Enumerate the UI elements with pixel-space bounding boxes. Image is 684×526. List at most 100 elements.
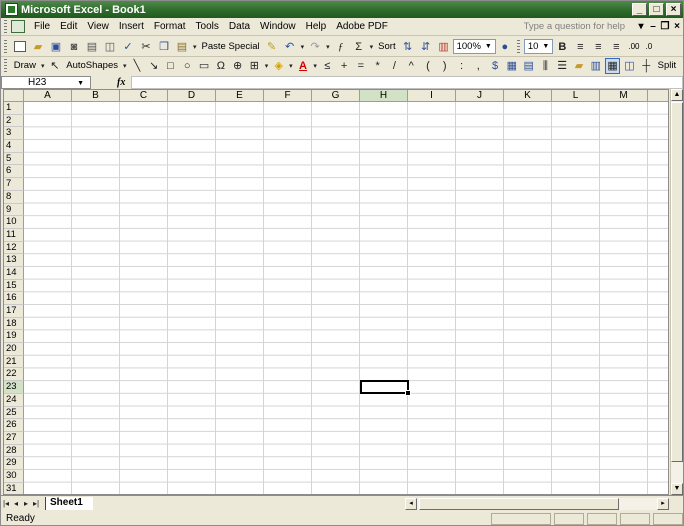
- row-header-24[interactable]: 24: [4, 393, 24, 407]
- drawing-toolbar-grip[interactable]: [4, 59, 7, 72]
- row-header-1[interactable]: 1: [4, 102, 24, 115]
- row-header-3[interactable]: 3: [4, 127, 24, 141]
- plus-icon[interactable]: +: [337, 58, 352, 74]
- vertical-scroll-thumb[interactable]: [671, 102, 683, 462]
- fill-color-icon[interactable]: ◈: [271, 58, 286, 74]
- sort-descending-icon[interactable]: ⇵: [418, 39, 434, 55]
- permission-icon[interactable]: ◙: [66, 39, 82, 55]
- column-header-k[interactable]: K: [504, 90, 552, 102]
- name-box-dropdown-icon[interactable]: ▼: [77, 78, 84, 89]
- colon-icon[interactable]: :: [454, 58, 469, 74]
- row-header-22[interactable]: 22: [4, 368, 24, 382]
- help-icon[interactable]: ●: [497, 39, 513, 55]
- column-header-j[interactable]: J: [456, 90, 504, 102]
- formula-input[interactable]: [131, 75, 683, 89]
- menu-file[interactable]: File: [29, 19, 55, 35]
- zoom-select[interactable]: 100% ▼: [452, 39, 496, 54]
- split-button[interactable]: Split: [655, 58, 679, 74]
- close-button[interactable]: ×: [666, 3, 681, 16]
- row-header-28[interactable]: 28: [4, 444, 24, 458]
- paste-icon[interactable]: ▤: [174, 39, 190, 55]
- row-header-21[interactable]: 21: [4, 355, 24, 369]
- sort-button[interactable]: Sort: [375, 39, 398, 55]
- scroll-down-button[interactable]: ▼: [671, 483, 683, 495]
- menu-edit[interactable]: Edit: [55, 19, 82, 35]
- increase-decimal-button[interactable]: .00: [625, 39, 642, 55]
- power-icon[interactable]: ^: [404, 58, 419, 74]
- open-icon[interactable]: ▰: [30, 39, 46, 55]
- scroll-right-button[interactable]: ▸: [657, 498, 669, 510]
- menu-view[interactable]: View: [82, 19, 114, 35]
- insert-row-icon[interactable]: ☰: [555, 58, 570, 74]
- bold-button[interactable]: B: [554, 39, 570, 55]
- menu-adobe-pdf[interactable]: Adobe PDF: [331, 19, 393, 35]
- column-header-m[interactable]: M: [600, 90, 648, 102]
- row-header-25[interactable]: 25: [4, 406, 24, 420]
- cell-area[interactable]: [24, 102, 668, 494]
- column-header-a[interactable]: A: [24, 90, 72, 102]
- column-header-l[interactable]: L: [552, 90, 600, 102]
- paste-dropdown-icon[interactable]: ▾: [193, 43, 197, 51]
- workbook-icon[interactable]: [11, 20, 25, 33]
- save-icon[interactable]: ▣: [48, 39, 64, 55]
- ask-question-box[interactable]: Type a question for help: [524, 21, 635, 32]
- vertical-scrollbar[interactable]: ▲ ▼: [670, 89, 683, 495]
- spelling-icon[interactable]: ✓: [120, 39, 136, 55]
- row-header-14[interactable]: 14: [4, 266, 24, 280]
- row-header-7[interactable]: 7: [4, 178, 24, 191]
- menubar-grip[interactable]: [4, 20, 7, 33]
- fill-dropdown-icon[interactable]: ▾: [289, 62, 293, 70]
- row-header-6[interactable]: 6: [4, 165, 24, 179]
- print-icon[interactable]: ▤: [84, 39, 100, 55]
- oval-icon[interactable]: ○: [180, 58, 195, 74]
- active-cell[interactable]: [360, 380, 411, 396]
- maximize-button[interactable]: □: [649, 3, 664, 16]
- column-header-n[interactable]: N: [648, 90, 668, 102]
- arrow-icon[interactable]: ↘: [146, 58, 161, 74]
- chart-wizard-icon[interactable]: ▥: [436, 39, 452, 55]
- row-header-10[interactable]: 10: [4, 216, 24, 229]
- horizontal-scrollbar[interactable]: ◂ ▸: [405, 498, 669, 510]
- toolbar-grip[interactable]: [4, 40, 7, 53]
- autosum-icon[interactable]: Σ: [351, 39, 367, 55]
- draw-menu-button[interactable]: Draw: [11, 58, 39, 74]
- toolbar-grip-2[interactable]: [516, 40, 520, 53]
- table-icon[interactable]: ▦: [504, 58, 519, 74]
- row-header-8[interactable]: 8: [4, 190, 24, 204]
- chart-icon[interactable]: ▥: [588, 58, 603, 74]
- sheet-tab-sheet1[interactable]: Sheet1: [45, 496, 93, 510]
- menu-data[interactable]: Data: [224, 19, 255, 35]
- grid-icon[interactable]: ▤: [521, 58, 536, 74]
- column-header-f[interactable]: F: [264, 90, 312, 102]
- row-header-4[interactable]: 4: [4, 140, 24, 153]
- autosum-dropdown-icon[interactable]: ▾: [370, 43, 374, 51]
- menu-help[interactable]: Help: [301, 19, 332, 35]
- freeze-panes-icon[interactable]: ▦: [605, 57, 621, 74]
- row-header-27[interactable]: 27: [4, 431, 24, 445]
- currency-icon[interactable]: $: [488, 58, 503, 74]
- divide-icon[interactable]: /: [387, 58, 402, 74]
- row-header-17[interactable]: 17: [4, 305, 24, 318]
- column-header-g[interactable]: G: [312, 90, 360, 102]
- scroll-left-button[interactable]: ◂: [405, 498, 417, 510]
- decrease-decimal-button[interactable]: .0: [642, 39, 655, 55]
- row-header-12[interactable]: 12: [4, 241, 24, 255]
- align-left-icon[interactable]: ≡: [572, 39, 588, 55]
- window-icon[interactable]: ◫: [622, 58, 637, 74]
- column-header-h[interactable]: H: [360, 90, 408, 102]
- line-icon[interactable]: ╲: [130, 58, 145, 74]
- doc-close-button[interactable]: ×: [671, 21, 683, 32]
- borders-dropdown-icon[interactable]: ▾: [265, 62, 269, 70]
- next-sheet-icon[interactable]: ▸: [21, 499, 31, 508]
- insert-function-icon[interactable]: ƒ: [333, 39, 349, 55]
- undo-dropdown-icon[interactable]: ▾: [301, 43, 305, 51]
- column-header-i[interactable]: I: [408, 90, 456, 102]
- name-box[interactable]: H23 ▼: [1, 75, 91, 89]
- scroll-up-button[interactable]: ▲: [671, 89, 683, 101]
- comma-icon[interactable]: ,: [471, 58, 486, 74]
- print-preview-icon[interactable]: ◫: [102, 39, 118, 55]
- row-header-19[interactable]: 19: [4, 330, 24, 344]
- autoshapes-button[interactable]: AutoShapes: [63, 58, 121, 74]
- column-header-d[interactable]: D: [168, 90, 216, 102]
- font-color-icon[interactable]: A: [296, 58, 311, 74]
